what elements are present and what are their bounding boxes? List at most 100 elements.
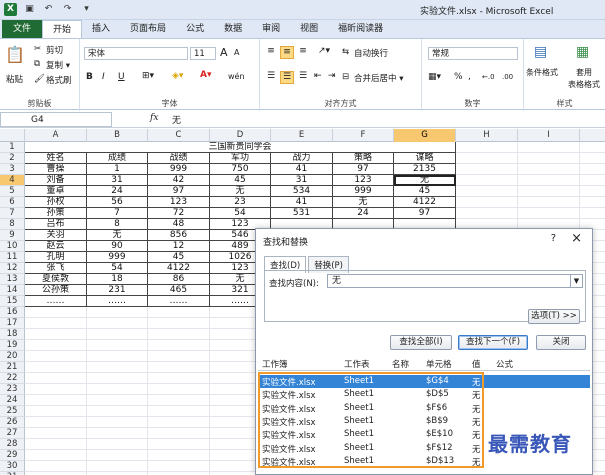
- row-header[interactable]: 29: [0, 450, 25, 461]
- column-header-d[interactable]: D: [210, 129, 271, 142]
- row-header[interactable]: 30: [0, 461, 25, 472]
- row-header[interactable]: 18: [0, 329, 25, 340]
- results-header-name[interactable]: 名称: [392, 358, 409, 370]
- results-header-cell[interactable]: 单元格: [426, 358, 452, 370]
- cell-a10[interactable]: 赵云: [25, 241, 87, 252]
- cell-b20[interactable]: [87, 351, 148, 362]
- cell-h3[interactable]: [456, 164, 518, 175]
- font-color-icon[interactable]: A▾: [200, 70, 211, 80]
- row-header[interactable]: 12: [0, 263, 25, 274]
- copy-icon[interactable]: ⧉: [34, 59, 40, 69]
- tab-view[interactable]: 视图: [290, 20, 328, 38]
- cell-a12[interactable]: 张飞: [25, 263, 87, 274]
- cell-b19[interactable]: [87, 340, 148, 351]
- cell-a5[interactable]: 董卓: [25, 186, 87, 197]
- cell-h1[interactable]: [456, 142, 518, 153]
- decrease-decimal-button[interactable]: .00: [502, 73, 513, 81]
- results-header-value[interactable]: 值: [472, 358, 481, 370]
- format-as-table-icon[interactable]: ▦: [576, 44, 589, 60]
- border-icon[interactable]: ⊞▾: [142, 71, 154, 81]
- row-header[interactable]: 26: [0, 417, 25, 428]
- row-header[interactable]: 17: [0, 318, 25, 329]
- paste-button[interactable]: 粘贴: [6, 73, 23, 85]
- cell-c13[interactable]: 86: [148, 274, 210, 285]
- column-header-b[interactable]: B: [87, 129, 148, 142]
- cell-c24[interactable]: [148, 395, 210, 406]
- cell-i2[interactable]: [518, 153, 580, 164]
- cell-a25[interactable]: [25, 406, 87, 417]
- row-header[interactable]: 3: [0, 164, 25, 175]
- row-header[interactable]: 27: [0, 428, 25, 439]
- cell-a7[interactable]: 孙策: [25, 208, 87, 219]
- cell-d6[interactable]: 23: [210, 197, 271, 208]
- decrease-indent-icon[interactable]: ⇤: [314, 71, 322, 81]
- format-as-table-button[interactable]: 套用: [576, 67, 592, 78]
- cell-b10[interactable]: 90: [87, 241, 148, 252]
- align-right-icon[interactable]: ☰: [296, 71, 310, 81]
- cell-j7[interactable]: [580, 208, 605, 219]
- tab-foxit-reader[interactable]: 福昕阅读器: [328, 20, 393, 38]
- cell-c16[interactable]: [148, 307, 210, 318]
- cell-a14[interactable]: 公孙策: [25, 285, 87, 296]
- customize-qat-icon[interactable]: ▾: [80, 3, 93, 16]
- insert-function-button[interactable]: fx: [150, 113, 158, 123]
- increase-decimal-button[interactable]: ←.0: [482, 73, 495, 81]
- align-left-icon[interactable]: ☰: [264, 71, 278, 81]
- row-header[interactable]: 4: [0, 175, 25, 186]
- row-header[interactable]: 19: [0, 340, 25, 351]
- find-next-button[interactable]: 查找下一个(F): [458, 335, 528, 350]
- cell-g7[interactable]: 97: [394, 208, 456, 219]
- cell-b16[interactable]: [87, 307, 148, 318]
- cell-a16[interactable]: [25, 307, 87, 318]
- row-header[interactable]: 11: [0, 252, 25, 263]
- cell-b5[interactable]: 24: [87, 186, 148, 197]
- options-button[interactable]: 选项(T) >>: [528, 309, 580, 324]
- paste-icon[interactable]: 📋: [4, 45, 26, 64]
- row-header[interactable]: 9: [0, 230, 25, 241]
- cell-g6[interactable]: 4122: [394, 197, 456, 208]
- orientation-icon[interactable]: ↗▾: [318, 46, 330, 56]
- cell-j1[interactable]: [580, 142, 605, 153]
- cell-b8[interactable]: 8: [87, 219, 148, 230]
- shrink-font-button[interactable]: A: [234, 48, 239, 57]
- cell-d7[interactable]: 54: [210, 208, 271, 219]
- cell-b9[interactable]: 无: [87, 230, 148, 241]
- format-painter-icon[interactable]: 🖌: [34, 74, 45, 84]
- tab-page-layout[interactable]: 页面布局: [120, 20, 176, 38]
- cell-a9[interactable]: 关羽: [25, 230, 87, 241]
- result-row[interactable]: 实验文件.xlsx Sheet1 $G$4 无: [258, 375, 590, 388]
- wrap-text-icon[interactable]: ⇆: [342, 47, 349, 57]
- cell-a3[interactable]: 曹操: [25, 164, 87, 175]
- cell-a22[interactable]: [25, 373, 87, 384]
- row-header[interactable]: 25: [0, 406, 25, 417]
- result-row[interactable]: 实验文件.xlsx Sheet1 $F$6 无: [258, 402, 590, 415]
- cell-b28[interactable]: [87, 439, 148, 450]
- cell-a18[interactable]: [25, 329, 87, 340]
- column-header-i[interactable]: I: [518, 129, 580, 142]
- cell-b6[interactable]: 56: [87, 197, 148, 208]
- result-row[interactable]: 实验文件.xlsx Sheet1 $D$5 无: [258, 388, 590, 401]
- cell-j4[interactable]: [580, 175, 605, 186]
- tab-review[interactable]: 审阅: [252, 20, 290, 38]
- cell-b15[interactable]: ……: [87, 296, 148, 307]
- column-header-g[interactable]: G: [394, 129, 456, 142]
- row-header[interactable]: 1: [0, 142, 25, 153]
- percent-button[interactable]: %: [454, 72, 463, 82]
- cell-i6[interactable]: [518, 197, 580, 208]
- cell-a2[interactable]: 姓名: [25, 153, 87, 164]
- cell-a19[interactable]: [25, 340, 87, 351]
- cell-b18[interactable]: [87, 329, 148, 340]
- cut-button[interactable]: 剪切: [46, 44, 63, 56]
- align-bottom-icon[interactable]: ≡: [296, 46, 310, 56]
- cell-a27[interactable]: [25, 428, 87, 439]
- cell-b21[interactable]: [87, 362, 148, 373]
- cell-f2[interactable]: 策略: [333, 153, 394, 164]
- undo-icon[interactable]: ↶: [42, 3, 55, 16]
- cell-d3[interactable]: 750: [210, 164, 271, 175]
- cell-g4[interactable]: 无: [394, 175, 456, 186]
- cell-a23[interactable]: [25, 384, 87, 395]
- tab-formulas[interactable]: 公式: [176, 20, 214, 38]
- cell-b29[interactable]: [87, 450, 148, 461]
- tab-insert[interactable]: 插入: [82, 20, 120, 38]
- cell-c26[interactable]: [148, 417, 210, 428]
